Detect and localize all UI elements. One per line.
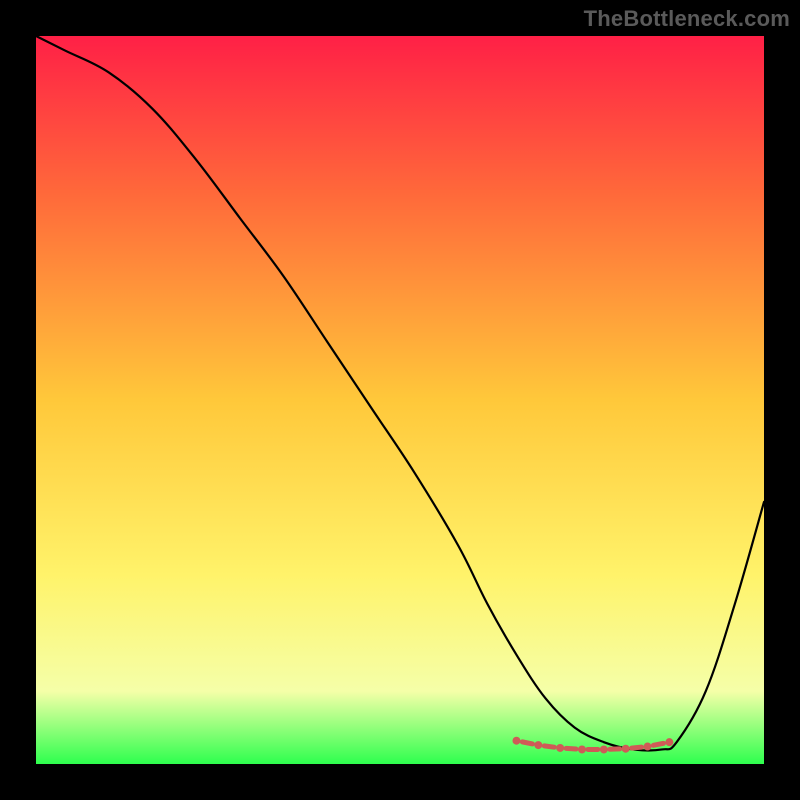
marker-dot	[512, 737, 520, 745]
chart-svg	[36, 36, 764, 764]
marker-dot	[622, 745, 630, 753]
marker-dot	[534, 741, 542, 749]
watermark-text: TheBottleneck.com	[584, 6, 790, 32]
chart-frame: TheBottleneck.com	[0, 0, 800, 800]
marker-dot	[644, 743, 652, 751]
marker-dot	[600, 745, 608, 753]
marker-dash	[566, 748, 576, 749]
marker-dot	[578, 745, 586, 753]
gradient-rect	[36, 36, 764, 764]
marker-dot	[665, 738, 673, 746]
marker-dash	[653, 743, 663, 745]
marker-dash	[544, 746, 554, 747]
marker-dash	[522, 742, 532, 744]
marker-dash	[632, 747, 642, 748]
marker-dot	[556, 744, 564, 752]
plot-area	[36, 36, 764, 764]
